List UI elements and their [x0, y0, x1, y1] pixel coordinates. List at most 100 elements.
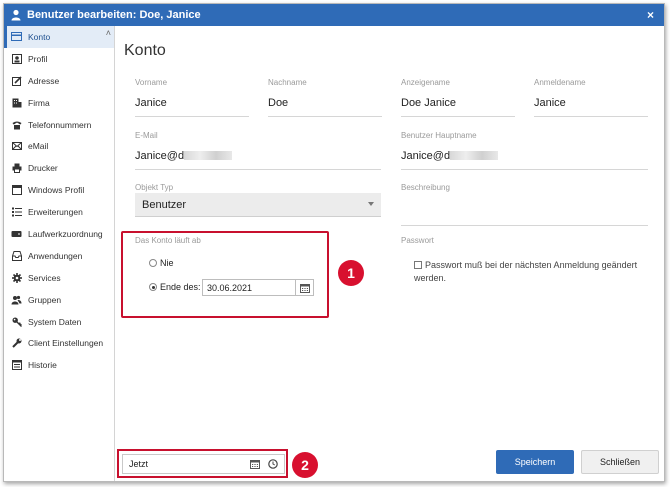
- benutzer-hauptname-label: Benutzer Hauptname: [401, 131, 477, 140]
- sidebar-item-services[interactable]: Services: [4, 267, 114, 289]
- sidebar-item-laufwerkzuordnung[interactable]: Laufwerkzuordnung: [4, 223, 114, 245]
- mail-icon: [11, 141, 22, 151]
- email-field[interactable]: E-Mail Janice@d: [135, 131, 381, 170]
- sidebar-item-label: Historie: [28, 360, 57, 371]
- anzeigename-input[interactable]: Doe Janice: [401, 97, 515, 117]
- sidebar-item-label: Gruppen: [28, 294, 62, 305]
- vorname-label: Vorname: [135, 78, 168, 87]
- sidebar-item-system-daten[interactable]: System Daten: [4, 311, 114, 333]
- sidebar-item-anwendungen[interactable]: Anwendungen: [4, 245, 114, 267]
- sidebar-item-windows-profil[interactable]: Windows Profil: [4, 179, 114, 201]
- gear-icon: [11, 272, 22, 283]
- printer-icon: [11, 163, 22, 174]
- password-label: Passwort: [401, 236, 434, 245]
- sidebar-item-profil[interactable]: Profil: [4, 48, 114, 70]
- anmeldename-field[interactable]: Anmeldename Janice: [534, 78, 648, 117]
- user-icon: [10, 9, 22, 21]
- objekt-typ-value: Benutzer: [142, 199, 187, 211]
- calendar-icon[interactable]: [248, 457, 262, 471]
- sidebar-item-historie[interactable]: Historie: [4, 354, 114, 376]
- sidebar-item-label: Profil: [28, 53, 48, 64]
- expiry-date-input[interactable]: 30.06.2021: [202, 279, 314, 296]
- email-input[interactable]: Janice@d: [135, 150, 381, 170]
- sidebar-item-label: Anwendungen: [28, 250, 83, 261]
- dialog-title: Benutzer bearbeiten: Doe, Janice: [27, 9, 201, 21]
- drive-icon: [11, 229, 22, 239]
- sidebar-item-label: Client Einstellungen: [28, 338, 104, 349]
- save-button[interactable]: Speichern: [496, 450, 574, 474]
- sidebar-item-adresse[interactable]: Adresse: [4, 70, 114, 92]
- radio-nie-label: Nie: [160, 258, 174, 268]
- clock-icon[interactable]: [266, 457, 280, 471]
- vorname-field[interactable]: Vorname Janice: [135, 78, 249, 117]
- sidebar-item-erweiterungen[interactable]: Erweiterungen: [4, 201, 114, 223]
- objekt-typ-label-wrap: Objekt Typ: [135, 183, 381, 192]
- building-icon: [11, 98, 22, 108]
- radio-nie[interactable]: Nie: [149, 258, 174, 268]
- page-title: Konto: [124, 42, 166, 59]
- vorname-input[interactable]: Janice: [135, 97, 249, 117]
- callout-badge-2: 2: [292, 452, 318, 478]
- sidebar-item-drucker[interactable]: Drucker: [4, 157, 114, 179]
- list-icon: [11, 207, 22, 217]
- time-value: Jetzt: [129, 459, 149, 469]
- sidebar-item-label: System Daten: [28, 316, 82, 327]
- sidebar-item-gruppen[interactable]: Gruppen: [4, 289, 114, 311]
- edit-user-dialog: Benutzer bearbeiten: Doe, Janice × ˄ Kon…: [3, 3, 665, 482]
- nachname-label: Nachname: [268, 78, 307, 87]
- chevron-down-icon: [368, 202, 374, 206]
- title-bar: Benutzer bearbeiten: Doe, Janice ×: [4, 4, 664, 26]
- collapse-icon[interactable]: ˄: [106, 28, 111, 38]
- email-value: Janice@d: [135, 150, 185, 162]
- sidebar-item-label: Firma: [28, 97, 50, 108]
- sidebar-item-label: Drucker: [28, 163, 58, 174]
- sidebar: ˄ Konto Profil Adresse Firma Telefonnumm…: [4, 26, 115, 481]
- radio-button[interactable]: [149, 259, 157, 267]
- radio-button-checked[interactable]: [149, 283, 157, 291]
- email-label: E-Mail: [135, 131, 158, 140]
- card-icon: [11, 32, 22, 42]
- sidebar-item-firma[interactable]: Firma: [4, 92, 114, 114]
- password-change-checkbox[interactable]: [414, 261, 422, 269]
- benutzer-hauptname-field[interactable]: Benutzer Hauptname Janice@d: [401, 131, 648, 170]
- calendar-icon[interactable]: [295, 280, 313, 295]
- key-icon: [11, 317, 22, 327]
- sidebar-item-label: Konto: [28, 31, 51, 42]
- sidebar-item-telefonnummern[interactable]: Telefonnummern: [4, 114, 114, 136]
- nachname-input[interactable]: Doe: [268, 97, 382, 117]
- profile-icon: [11, 53, 22, 64]
- beschreibung-field[interactable]: Beschreibung: [401, 183, 648, 226]
- time-input[interactable]: Jetzt: [122, 454, 285, 474]
- sidebar-item-konto[interactable]: Konto: [4, 26, 114, 48]
- nachname-field[interactable]: Nachname Doe: [268, 78, 382, 117]
- password-label-wrap: Passwort: [401, 236, 434, 245]
- expiry-highlight-box: [121, 231, 329, 318]
- window-icon: [11, 185, 22, 196]
- edit-icon: [11, 76, 22, 86]
- close-icon[interactable]: ×: [647, 8, 654, 22]
- sidebar-item-label: Services: [28, 272, 61, 283]
- sidebar-item-label: Windows Profil: [28, 185, 85, 196]
- radio-ende-des[interactable]: Ende des:: [149, 282, 201, 292]
- benutzer-hauptname-input[interactable]: Janice@d: [401, 150, 648, 170]
- anmeldename-label: Anmeldename: [534, 78, 586, 87]
- sidebar-item-label: Telefonnummern: [28, 119, 92, 130]
- redacted-mask: [184, 151, 233, 160]
- sidebar-item-label: Adresse: [28, 75, 60, 86]
- main-content: Konto Vorname Janice Nachname Doe Anzeig…: [116, 26, 664, 481]
- anmeldename-input[interactable]: Janice: [534, 97, 648, 117]
- password-change-checkbox-row[interactable]: Passwort muß bei der nächsten Anmeldung …: [414, 259, 649, 285]
- anzeigename-field[interactable]: Anzeigename Doe Janice: [401, 78, 515, 117]
- objekt-typ-label: Objekt Typ: [135, 183, 174, 192]
- sidebar-item-email[interactable]: eMail: [4, 135, 114, 157]
- beschreibung-input[interactable]: [401, 206, 648, 226]
- objekt-typ-select[interactable]: Benutzer: [135, 193, 381, 217]
- beschreibung-label: Beschreibung: [401, 183, 450, 192]
- callout-badge-1: 1: [338, 260, 364, 286]
- phone-icon: [11, 120, 22, 130]
- sidebar-item-client-einstellungen[interactable]: Client Einstellungen: [4, 332, 114, 354]
- expiry-date-value: 30.06.2021: [207, 283, 253, 293]
- group-icon: [11, 295, 22, 305]
- wrench-icon: [11, 338, 22, 349]
- close-button[interactable]: Schließen: [581, 450, 659, 474]
